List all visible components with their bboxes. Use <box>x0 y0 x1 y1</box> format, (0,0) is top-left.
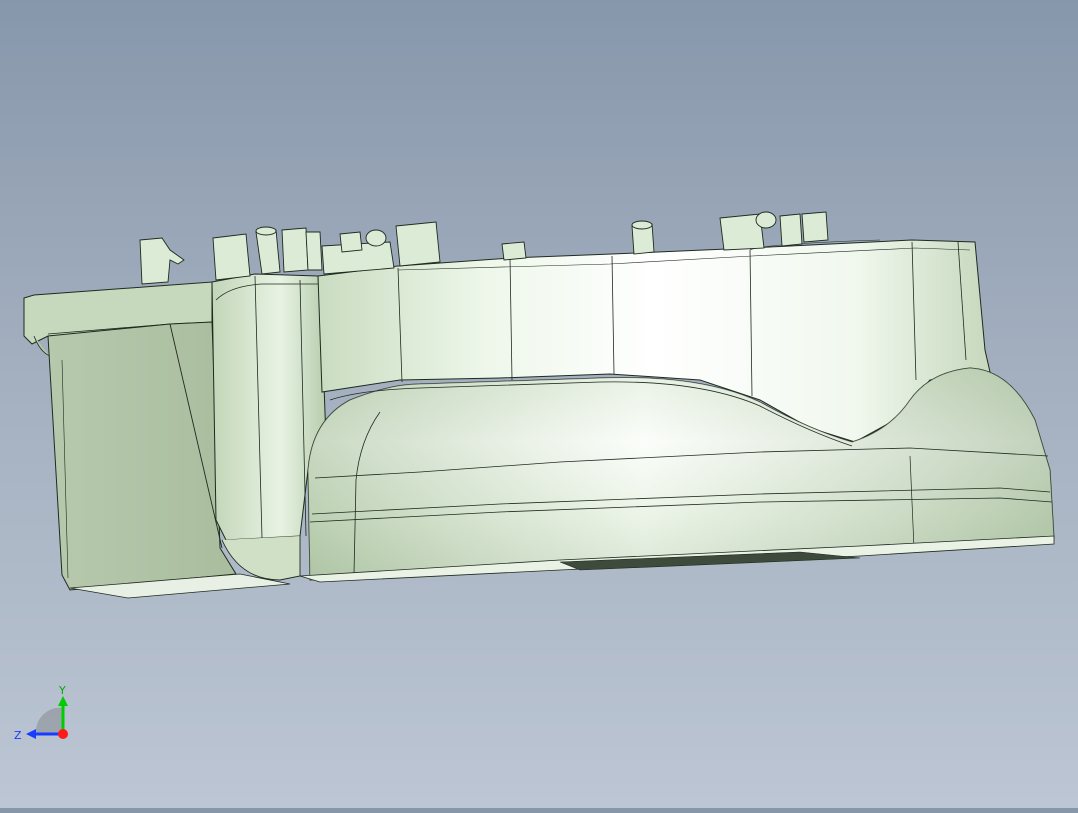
z-axis-label: Z <box>14 729 22 742</box>
orientation-triad: Y Z <box>10 682 80 752</box>
cad-3d-viewport[interactable]: Y Z <box>0 0 1078 808</box>
triad-plane-icon <box>35 707 63 734</box>
cad-model-render[interactable] <box>0 0 1078 808</box>
x-axis-icon <box>58 729 68 739</box>
left-box-body <box>47 321 237 591</box>
y-axis-label: Y <box>58 684 66 697</box>
